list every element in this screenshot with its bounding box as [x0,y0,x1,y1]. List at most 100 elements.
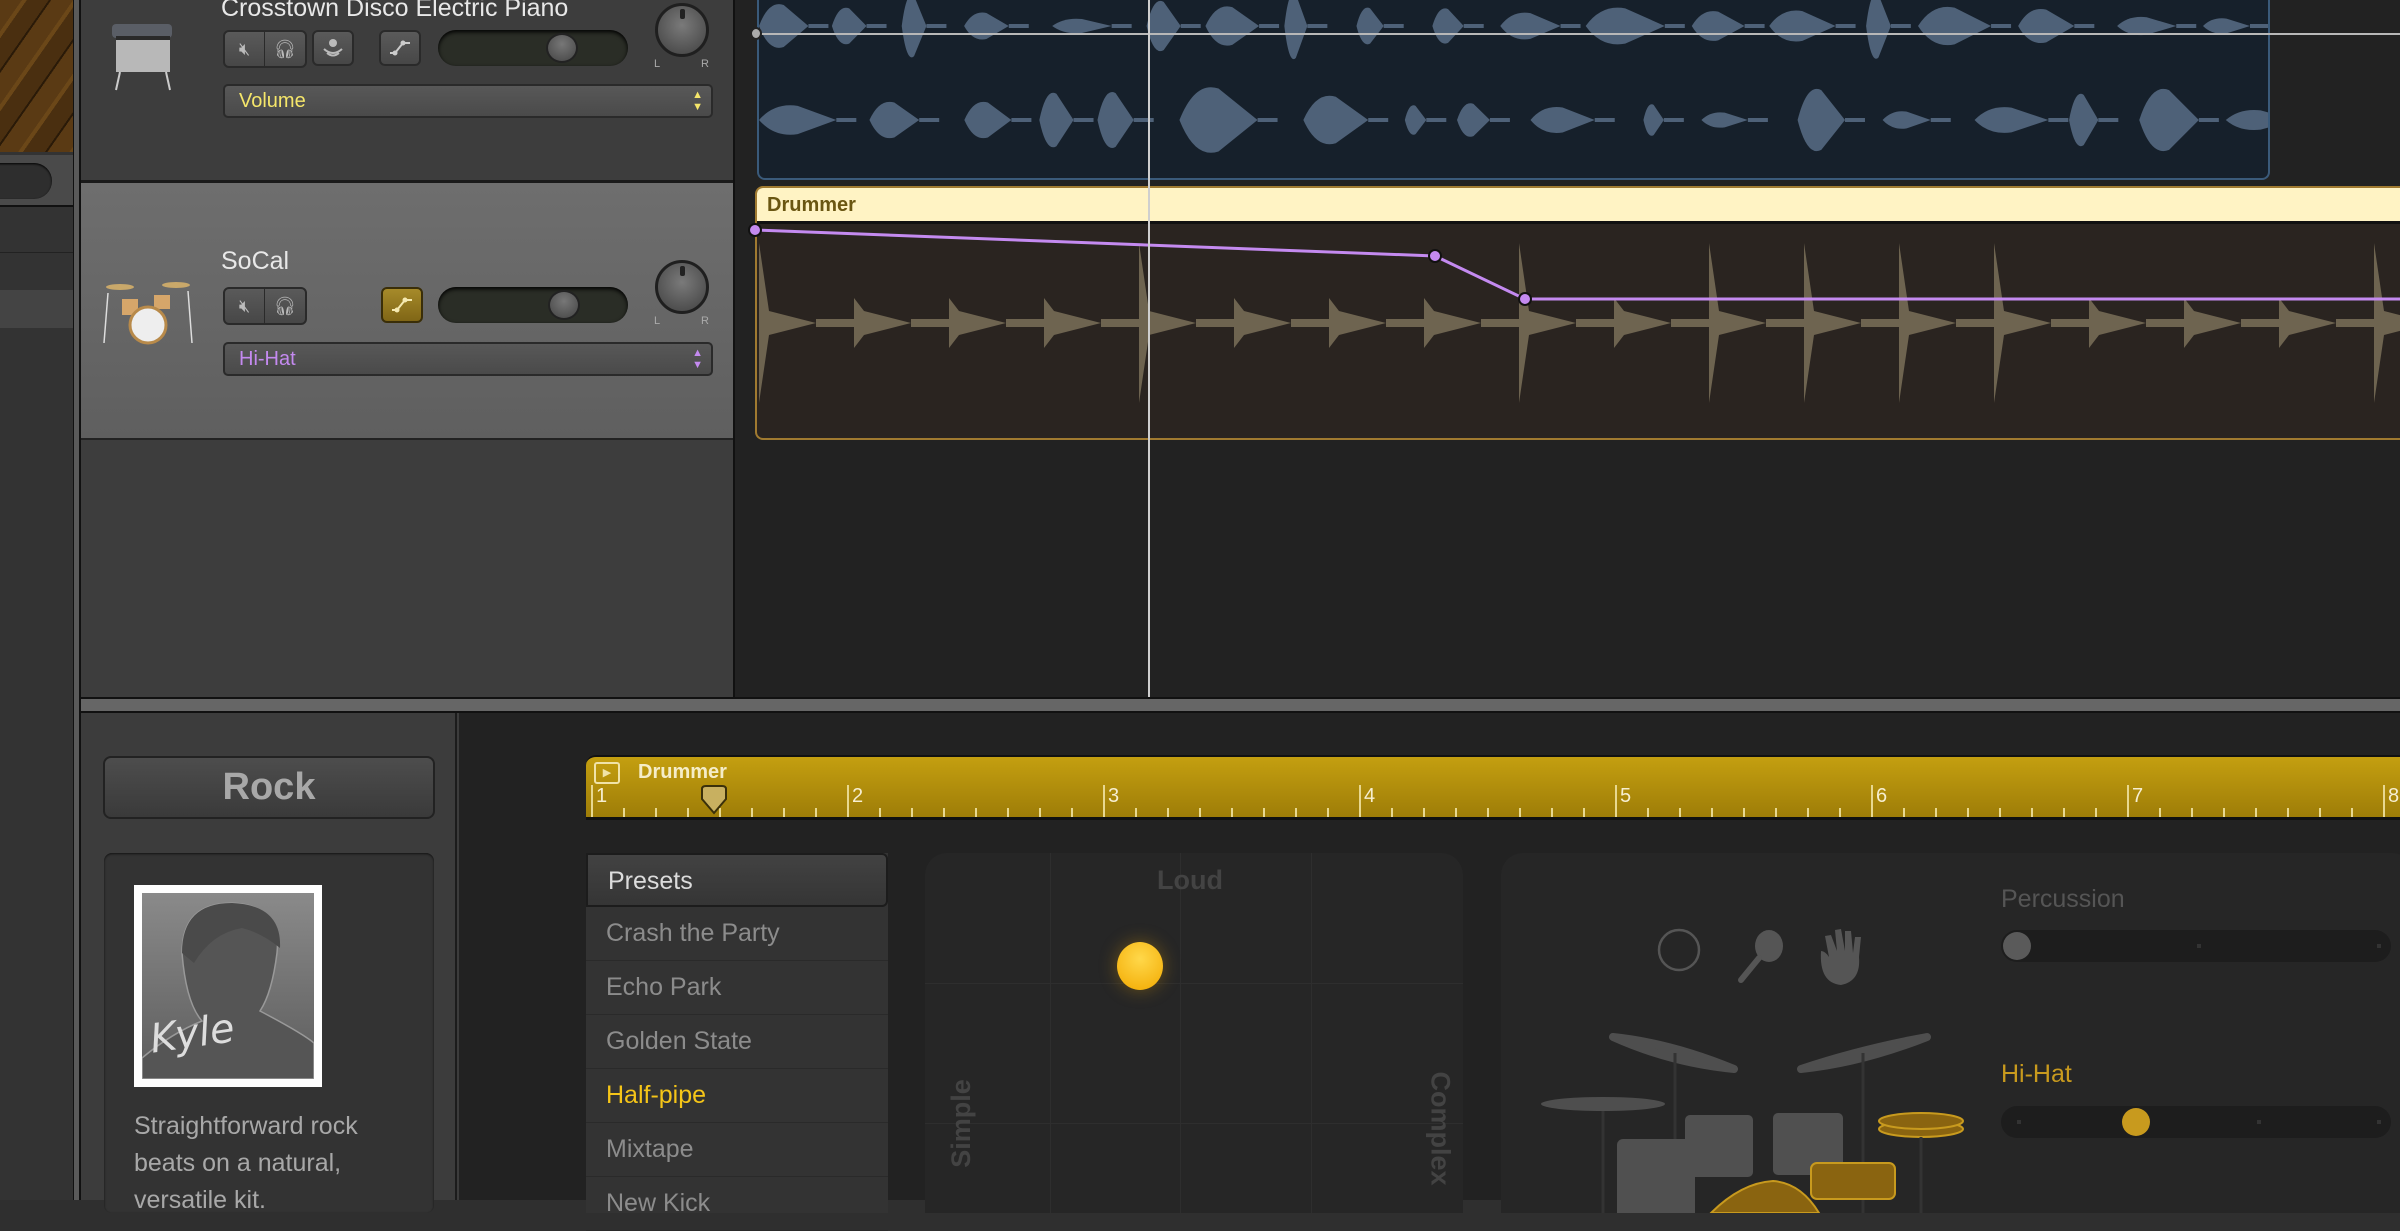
automation-button[interactable] [379,30,421,66]
sidebar-splitter[interactable] [73,0,81,1200]
track-header-piano[interactable]: Crosstown Disco Electric Piano 🔇︎ 🎧︎ L R… [81,0,733,183]
snare[interactable] [1810,1162,1896,1200]
record-enable-button[interactable] [312,30,354,66]
grid-line [925,983,1463,984]
ruler-bar-number: 8 [2383,785,2399,817]
library-sidebar [0,0,75,1200]
region-start-marker[interactable] [699,785,729,815]
ruler-tick [2159,808,2161,817]
automation-point[interactable] [1518,292,1532,306]
playhead[interactable] [1148,0,1150,697]
sidebar-search-field[interactable] [0,163,52,199]
pan-right-label: R [701,315,709,327]
solo-button[interactable]: 🎧︎ [265,289,305,323]
track-name[interactable]: Crosstown Disco Electric Piano [221,0,568,23]
ruler-tick [2351,808,2353,817]
ruler-tick [1711,808,1713,817]
preset-item[interactable]: Echo Park [586,961,888,1015]
automation-parameter-value: Volume [239,90,306,112]
mute-button[interactable]: 🔇︎ [225,289,265,323]
pan-knob[interactable] [655,260,709,314]
drummer-controls-pane: ▶ Drummer 1 2 3 4 5 6 7 8 Presets Crash the Par… [459,713,2400,1231]
ruler-tick [1679,808,1681,817]
preset-item[interactable]: Half-pipe [586,1069,888,1123]
tom-1[interactable] [1685,1115,1753,1177]
ruler-tick [1295,808,1297,817]
volume-slider-thumb[interactable] [548,290,580,320]
pan-knob[interactable] [655,3,709,57]
ruler-tick [1199,808,1201,817]
ruler-tick [1391,808,1393,817]
ruler-bar-number: 5 [1615,785,1631,817]
presets-header: Presets [586,853,888,907]
kick[interactable] [1709,1179,1821,1213]
volume-slider-thumb[interactable] [546,33,578,63]
ruler-bar-number: 7 [2127,785,2143,817]
pan-left-label: L [654,58,661,70]
ruler-tick [2031,808,2033,817]
updown-arrows-icon: ▲ ▼ [692,347,703,371]
automation-icon [390,40,410,56]
editor-ruler[interactable]: ▶ Drummer 1 2 3 4 5 6 7 8 [586,755,2400,820]
ruler-tick [623,808,625,817]
ruler-bar-number: 2 [847,785,863,817]
percussion-slider-thumb[interactable] [2003,932,2031,960]
ruler-tick [1071,808,1073,817]
volume-slider[interactable] [438,287,628,323]
xy-puck[interactable] [1117,941,1164,990]
drummer-avatar[interactable]: Kyle [134,885,322,1087]
genre-button[interactable]: Rock [103,756,435,819]
ruler-tick [1647,808,1649,817]
drummer-description: Straightforward rock beats on a natural,… [134,1112,358,1214]
ruler-tick [1231,808,1233,817]
preset-item[interactable]: Crash the Party [586,907,888,961]
preset-item[interactable]: Mixtape [586,1123,888,1177]
ruler-tick [783,808,785,817]
ruler-bar-number: 1 [591,785,607,817]
percussion-slider[interactable] [2001,930,2391,962]
ruler-bar-number: 4 [1359,785,1375,817]
ruler-tick [1583,808,1585,817]
track-header-drummer[interactable]: SoCal 🔇︎ 🎧︎ L R Hi-Hat ▲ ▼ [81,183,733,440]
drum-kit-panel: Percussion Hi-Hat [1501,853,2400,1213]
automation-point[interactable] [748,223,762,237]
volume-slider[interactable] [438,30,628,66]
hihat-slider-thumb[interactable] [2122,1108,2151,1136]
hihat-slider[interactable] [2001,1106,2391,1138]
ruler-tick [1263,808,1265,817]
ruler-tick [1935,808,1937,817]
track-headers: Crosstown Disco Electric Piano 🔇︎ 🎧︎ L R… [81,0,733,697]
preset-item[interactable]: Golden State [586,1015,888,1069]
play-region-button[interactable]: ▶ [594,762,620,784]
headphones-icon: 🎧︎ [273,38,297,59]
automation-line[interactable] [754,228,2400,301]
sidebar-list-item-selected[interactable] [0,290,73,328]
automation-button-active[interactable] [381,287,423,323]
ruler-tick [2223,808,2225,817]
ruler-tick [1551,808,1553,817]
grid-line [1050,853,1051,1213]
automation-parameter-select[interactable]: Hi-Hat ▲ ▼ [223,342,713,376]
mute-icon: 🔇︎ [238,38,251,59]
handclap-icon[interactable] [1820,929,1861,985]
mute-button[interactable]: 🔇︎ [225,32,265,66]
automation-parameter-value: Hi-Hat [239,348,296,370]
editor-splitter[interactable] [81,697,2400,713]
automation-point[interactable] [1428,249,1442,263]
automation-parameter-select[interactable]: Volume ▲ ▼ [223,84,713,118]
solo-button[interactable]: 🎧︎ [265,32,305,66]
floor-tom[interactable] [1617,1139,1695,1213]
grid-line [925,1123,1463,1124]
ruler-bar-number: 6 [1871,785,1887,817]
headphones-icon: 🎧︎ [273,295,297,316]
tracks-area: Drummer [733,0,2400,697]
shaker-icon[interactable] [1738,930,1783,983]
xy-pad[interactable]: Loud Simple Complex [925,853,1463,1213]
hihat-automation-curve[interactable] [735,0,2400,440]
preset-item[interactable]: New Kick [586,1177,888,1231]
track-name[interactable]: SoCal [221,247,289,276]
tambourine-icon[interactable] [1657,928,1701,972]
slider-detent [2017,1120,2021,1124]
ruler-tick [1039,808,1041,817]
ruler-tick [2319,808,2321,817]
